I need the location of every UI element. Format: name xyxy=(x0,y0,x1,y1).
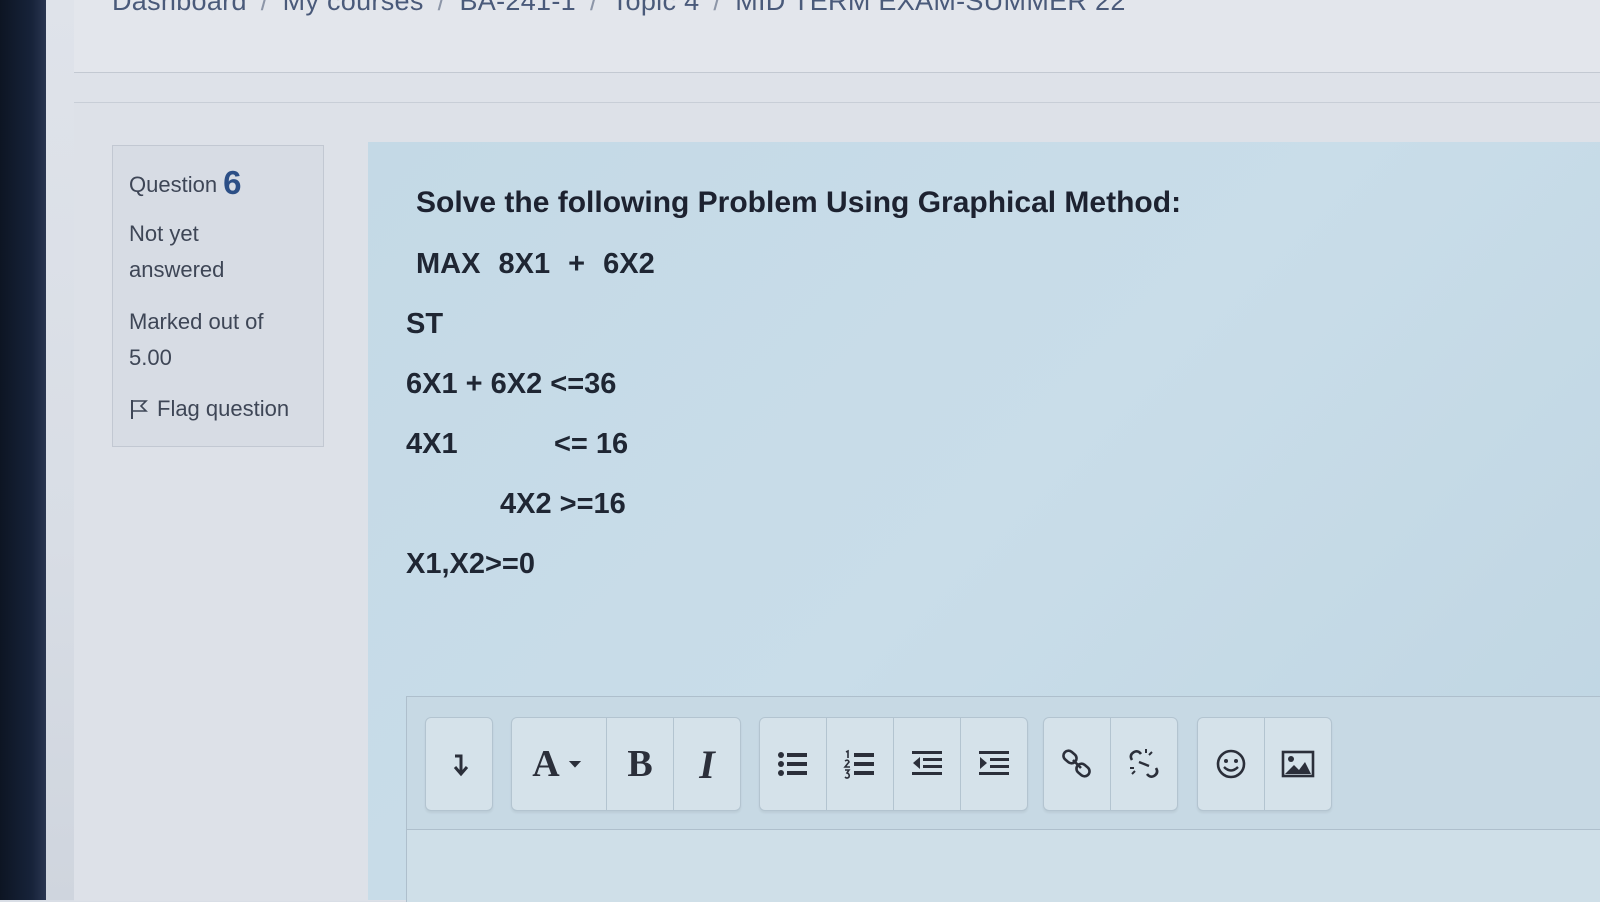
flag-question-label: Flag question xyxy=(157,396,290,421)
question-number: Question 6 xyxy=(129,164,241,202)
link-button[interactable] xyxy=(1044,718,1111,810)
numbered-list-icon xyxy=(843,749,874,779)
bulleted-list-button[interactable] xyxy=(760,718,827,810)
answer-editor: A B I xyxy=(406,696,1600,902)
bulleted-list-icon xyxy=(778,752,807,776)
breadcrumb-dashboard[interactable]: Dashboard xyxy=(112,0,247,16)
breadcrumb-separator: / xyxy=(713,0,722,16)
question-title: Solve the following Problem Using Graphi… xyxy=(416,186,1182,219)
breadcrumb-separator: / xyxy=(589,0,598,16)
answer-text-area[interactable] xyxy=(407,829,1600,902)
toolbar-group-format: A B I xyxy=(511,717,741,811)
unlink-icon xyxy=(1129,749,1159,778)
toolbar-group-toggle xyxy=(425,717,493,811)
question-grade: Marked out of 5.00 xyxy=(129,304,309,376)
breadcrumb-topic[interactable]: Topic 4 xyxy=(612,0,700,16)
constraint-2-rhs: <= 16 xyxy=(554,428,629,460)
breadcrumb-bar: Dashboard / My courses / BA-241-1 / Topic 4 / MI… xyxy=(74,0,1600,73)
breadcrumb-separator: / xyxy=(437,0,446,16)
italic-button[interactable]: I xyxy=(674,718,740,810)
flag-question-button[interactable]: Flag question xyxy=(129,396,289,422)
monitor-bezel xyxy=(0,0,46,900)
grade-line-1: Marked out of xyxy=(129,309,264,334)
expand-arrow-icon xyxy=(453,754,469,777)
toggle-toolbar-button[interactable] xyxy=(426,718,492,810)
outdent-icon xyxy=(912,751,942,775)
toolbar-group-links xyxy=(1043,717,1178,811)
numbered-list-button[interactable] xyxy=(827,718,894,810)
image-button[interactable] xyxy=(1265,718,1331,810)
font-style-button[interactable]: A xyxy=(512,718,607,810)
link-icon xyxy=(1062,749,1091,778)
constraint-1: 6X1 + 6X2 <=36 xyxy=(406,368,617,400)
state-line-2: answered xyxy=(129,257,225,282)
image-icon xyxy=(1281,750,1315,778)
toolbar-group-lists xyxy=(759,717,1028,811)
breadcrumb-course[interactable]: BA-241-1 xyxy=(459,0,575,16)
emoji-icon xyxy=(1216,749,1246,779)
objective-function: MAX 8X1 + 6X2 xyxy=(416,248,655,280)
constraint-3: 4X2 >=16 xyxy=(500,488,626,520)
nonnegativity-constraint: X1,X2>=0 xyxy=(406,548,535,580)
toolbar-group-media xyxy=(1197,717,1332,811)
subject-to-label: ST xyxy=(406,308,444,340)
caret-down-icon xyxy=(568,760,581,768)
bold-button[interactable]: B xyxy=(607,718,674,810)
outdent-button[interactable] xyxy=(894,718,961,810)
question-info-box: Question 6 Not yet answered Marked out of… xyxy=(112,145,324,447)
indent-button[interactable] xyxy=(961,718,1027,810)
grade-line-2: 5.00 xyxy=(129,345,172,370)
breadcrumb: Dashboard / My courses / BA-241-1 / Topic 4 / MI… xyxy=(112,0,1126,17)
question-number-value: 6 xyxy=(223,164,242,201)
question-label: Question xyxy=(129,172,218,197)
constraint-2-lhs: 4X1 xyxy=(406,428,458,460)
emoji-button[interactable] xyxy=(1198,718,1265,810)
flag-icon xyxy=(131,400,148,419)
breadcrumb-my-courses[interactable]: My courses xyxy=(283,0,424,16)
indent-icon xyxy=(979,751,1009,775)
breadcrumb-exam[interactable]: MID TERM EXAM-SUMMER 22 xyxy=(735,0,1125,16)
state-line-1: Not yet xyxy=(129,221,199,246)
font-label: A xyxy=(532,743,560,785)
page: Dashboard / My courses / BA-241-1 / Topic 4 / MI… xyxy=(46,0,1600,902)
breadcrumb-separator: / xyxy=(260,0,269,16)
question-state: Not yet answered xyxy=(129,216,309,288)
unlink-button[interactable] xyxy=(1111,718,1177,810)
